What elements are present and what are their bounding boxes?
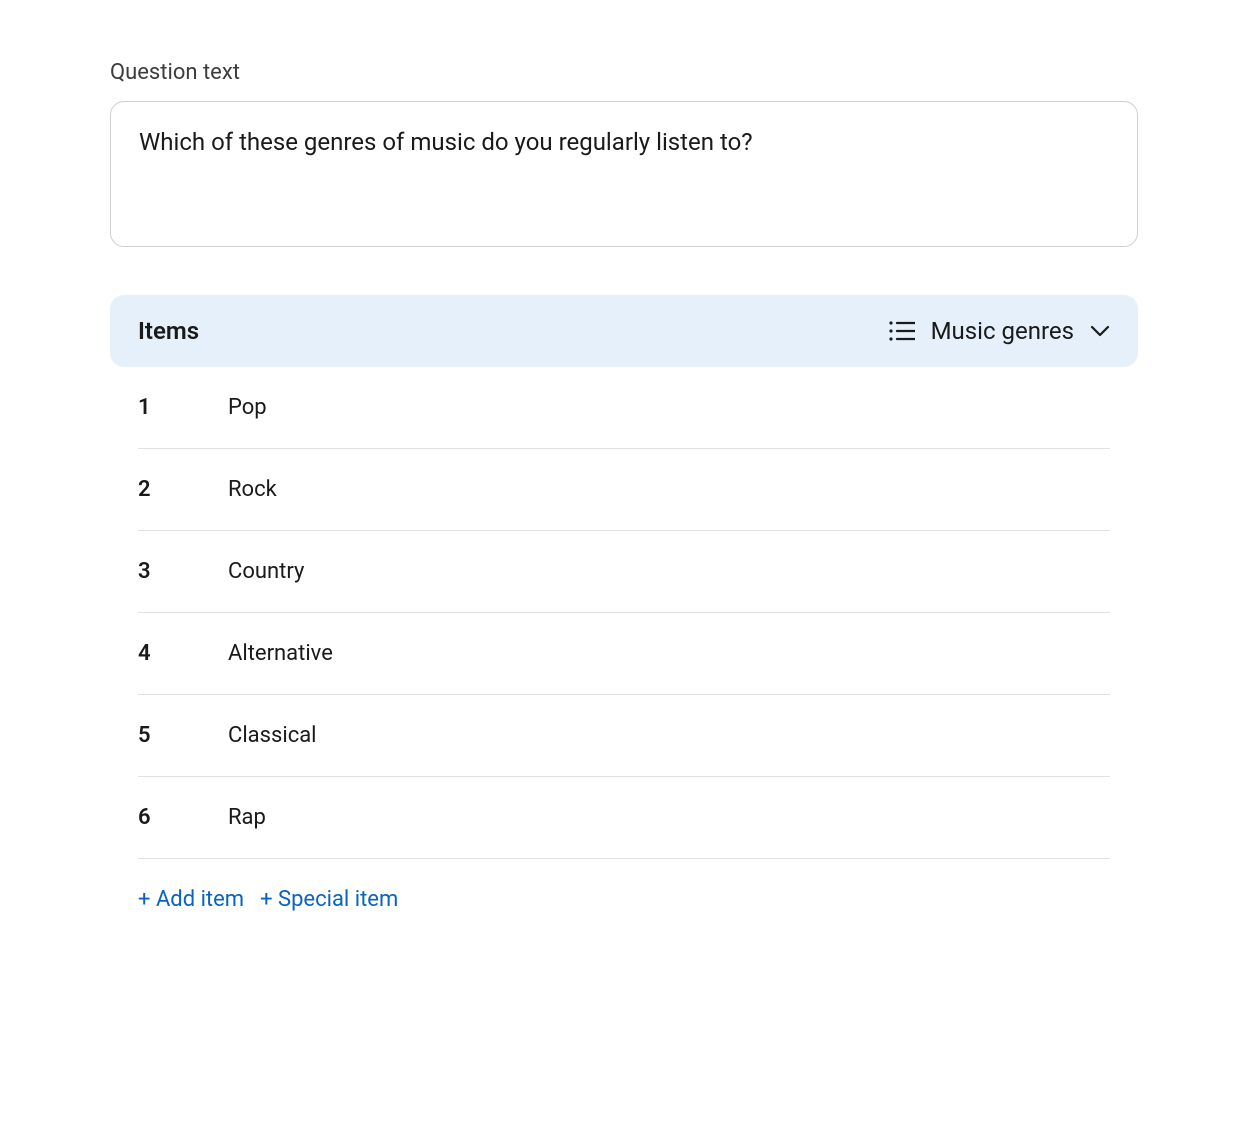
list-item[interactable]: 4 Alternative [138, 613, 1110, 695]
list-item[interactable]: 6 Rap [138, 777, 1110, 859]
chevron-down-icon [1090, 325, 1110, 337]
list-item[interactable]: 3 Country [138, 531, 1110, 613]
items-title: Items [138, 317, 199, 345]
item-number: 5 [138, 723, 228, 748]
item-label: Alternative [228, 641, 333, 666]
item-label: Rock [228, 477, 277, 502]
item-label: Rap [228, 805, 266, 830]
item-number: 4 [138, 641, 228, 666]
item-number: 1 [138, 395, 228, 420]
list-item[interactable]: 5 Classical [138, 695, 1110, 777]
item-label: Pop [228, 395, 267, 420]
items-header: Items Music genres [110, 295, 1138, 367]
item-label: Country [228, 559, 304, 584]
question-text-input[interactable] [110, 101, 1138, 247]
genre-selector-label: Music genres [931, 317, 1074, 345]
item-number: 6 [138, 805, 228, 830]
list-icon [889, 320, 915, 342]
items-list: 1 Pop 2 Rock 3 Country 4 Alternative 5 C… [110, 367, 1138, 859]
item-actions: + Add item + Special item [110, 859, 1138, 940]
items-section: Items Music genres [110, 295, 1138, 940]
item-number: 3 [138, 559, 228, 584]
special-item-button[interactable]: + Special item [260, 887, 398, 912]
item-number: 2 [138, 477, 228, 502]
item-label: Classical [228, 723, 317, 748]
genre-selector[interactable]: Music genres [889, 317, 1110, 345]
add-item-button[interactable]: + Add item [138, 887, 244, 912]
editor-panel: Question text Items Music genres [50, 0, 1198, 1024]
list-item[interactable]: 2 Rock [138, 449, 1110, 531]
list-item[interactable]: 1 Pop [138, 367, 1110, 449]
question-text-label: Question text [110, 60, 1138, 85]
